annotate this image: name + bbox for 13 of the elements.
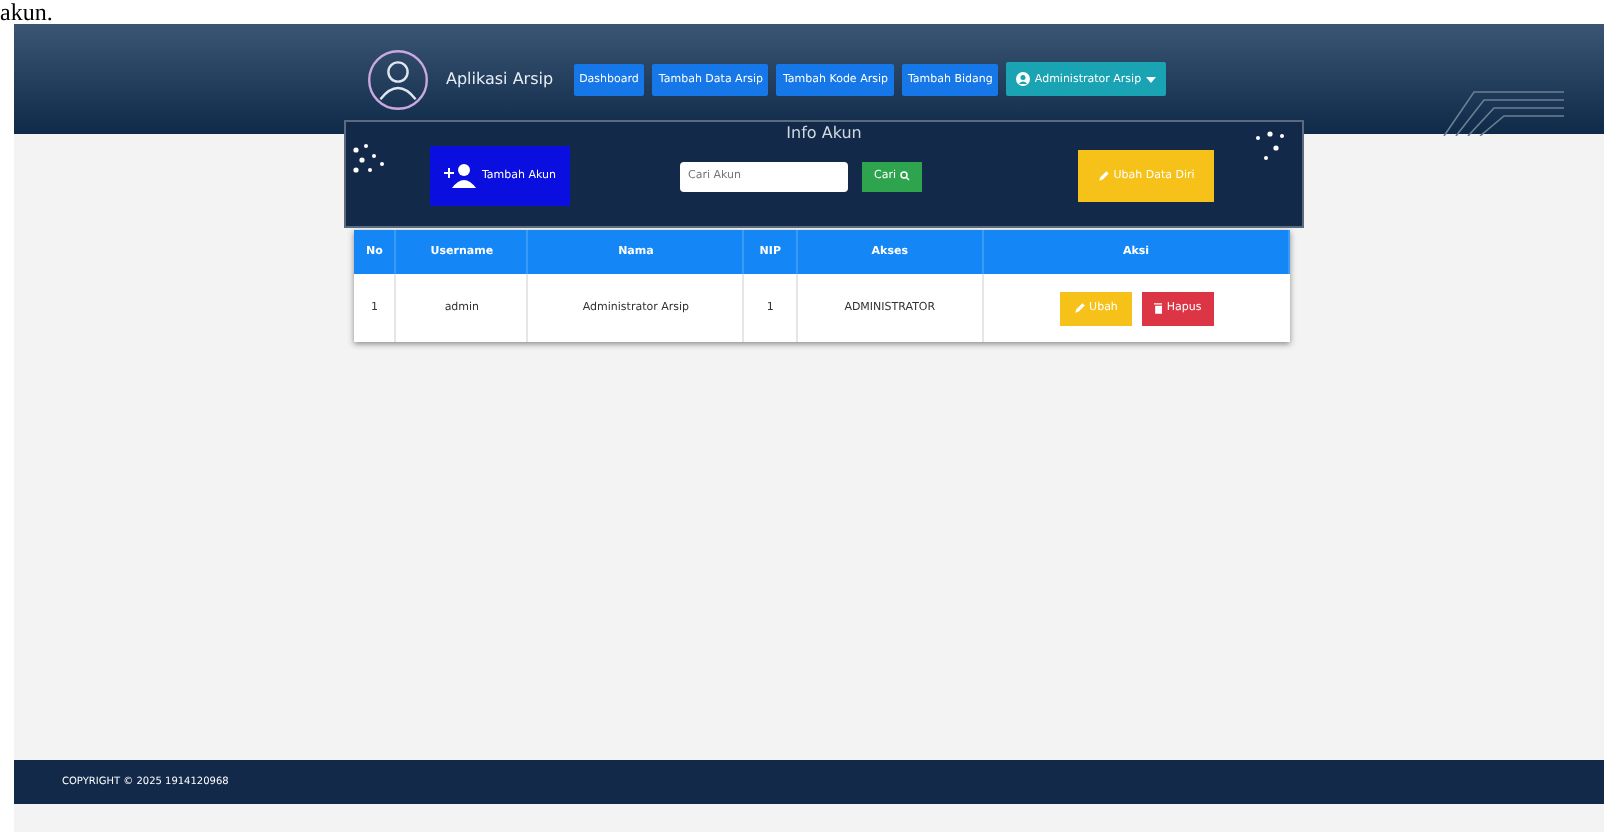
search-icon bbox=[900, 170, 910, 182]
user-circle-icon bbox=[366, 47, 430, 111]
add-user-icon bbox=[443, 164, 476, 188]
brand-title: Aplikasi Arsip bbox=[446, 70, 554, 88]
pencil-icon bbox=[1073, 302, 1086, 314]
user-icon bbox=[1016, 72, 1031, 86]
pencil-icon bbox=[1097, 170, 1110, 182]
dots-drawing bbox=[1250, 128, 1290, 164]
caret-icon bbox=[1145, 75, 1156, 83]
dots-drawing bbox=[350, 142, 390, 178]
panel-title: Info Akun bbox=[784, 124, 864, 144]
trash-icon bbox=[1153, 302, 1163, 314]
document-text: akun. bbox=[0, 0, 55, 24]
